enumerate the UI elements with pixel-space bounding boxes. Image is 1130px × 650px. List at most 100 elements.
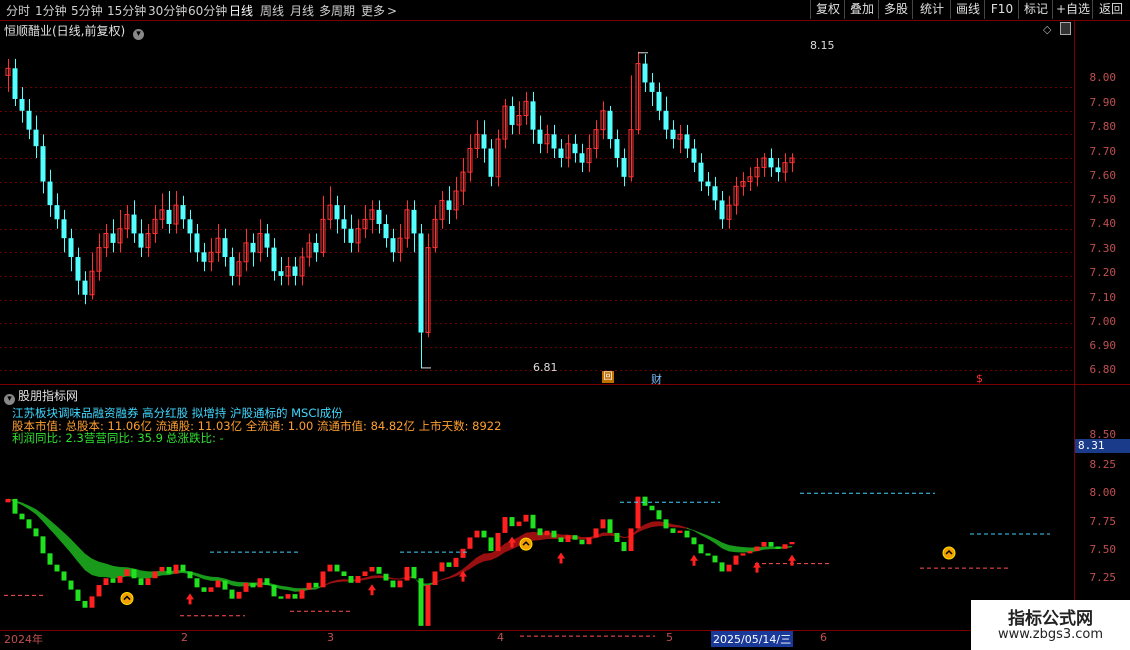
indicator-bar xyxy=(306,582,312,590)
indicator-bar xyxy=(194,578,200,588)
candle-body xyxy=(572,143,578,154)
indicator-bar xyxy=(607,519,613,533)
candle-body xyxy=(54,205,60,220)
trend-ribbon-segment xyxy=(140,570,149,579)
trend-ribbon-segment xyxy=(693,530,702,536)
finance-marker[interactable]: 财 xyxy=(651,371,662,387)
x-tick: 2024年 xyxy=(4,633,43,646)
indicator-bar xyxy=(698,544,704,554)
indicator-bar xyxy=(68,580,74,590)
indicator-bar xyxy=(19,513,25,520)
indicator-bar xyxy=(705,553,711,556)
indicator-bar xyxy=(285,594,291,599)
trend-ribbon-segment xyxy=(672,524,681,528)
candle-body xyxy=(68,238,74,258)
price-tick: 7.00 xyxy=(1089,315,1117,328)
price-tick: 7.30 xyxy=(1089,242,1117,255)
indicator-bar xyxy=(236,591,242,599)
indicator-bar xyxy=(117,576,123,583)
trend-ribbon-segment xyxy=(728,545,737,553)
candle-body xyxy=(82,280,88,295)
candle-body xyxy=(75,257,81,281)
indicator-bar xyxy=(460,548,466,558)
indicator-bar xyxy=(327,564,333,572)
indicator-bar xyxy=(159,566,165,572)
price-tick: 7.90 xyxy=(1089,96,1117,109)
candle-body xyxy=(187,219,193,234)
price-grid xyxy=(0,87,1074,371)
indicator-bar xyxy=(642,496,648,506)
candle-body xyxy=(537,129,543,144)
candle-body xyxy=(775,167,781,173)
watermark-url: www.zbgs3.com xyxy=(997,627,1104,642)
indicator-bar xyxy=(572,535,578,540)
price-tick: 7.50 xyxy=(1089,193,1117,206)
price-tick: 7.20 xyxy=(1089,266,1117,279)
kline-chart[interactable] xyxy=(0,0,1130,650)
panel-layout-icon[interactable] xyxy=(1060,22,1071,35)
candle-body xyxy=(642,63,648,83)
candle-body xyxy=(131,214,137,234)
indicator-bar xyxy=(586,537,592,545)
chevron-down-icon[interactable]: ▾ xyxy=(4,394,15,405)
indicator-bar xyxy=(614,532,620,542)
trend-ribbon-segment xyxy=(231,580,240,587)
chevron-down-icon[interactable]: ▾ xyxy=(133,29,145,40)
annotations xyxy=(421,52,648,369)
indicator-bar xyxy=(663,519,669,529)
trend-ribbon-segment xyxy=(448,573,457,579)
candle-body xyxy=(530,101,536,130)
trend-ribbon-segment xyxy=(56,525,65,546)
dividend-marker[interactable]: $ xyxy=(976,372,983,385)
indicator-bar xyxy=(229,589,235,599)
candle-body xyxy=(509,106,515,125)
indicator-bar xyxy=(467,537,473,549)
indicator-bar xyxy=(502,517,508,533)
indicator-bar xyxy=(180,564,186,572)
indicator-bar xyxy=(187,571,193,579)
buy-arrow-icon xyxy=(690,554,698,566)
indicator-bar xyxy=(278,596,284,599)
indicator-bar xyxy=(495,532,501,552)
trend-ribbon-segment xyxy=(210,576,219,581)
candle-body xyxy=(334,205,340,220)
candle-body xyxy=(607,110,613,140)
candle-body xyxy=(61,219,67,239)
trend-ribbon-segment xyxy=(105,563,114,579)
trend-ribbon-segment xyxy=(441,576,450,581)
indicator-bar xyxy=(341,571,347,576)
trend-ribbon-segment xyxy=(462,562,471,574)
indicator-bar xyxy=(12,498,18,514)
candle-body xyxy=(194,233,200,253)
indicator-bar xyxy=(152,571,158,579)
indicator-bar xyxy=(376,566,382,574)
indicator-bar xyxy=(649,505,655,511)
trend-ribbon-segment xyxy=(707,535,716,544)
x-tick: 3 xyxy=(327,631,334,644)
indicator-bar xyxy=(362,571,368,576)
indicator-bar xyxy=(222,580,228,590)
price-tick: 7.80 xyxy=(1089,120,1117,133)
indicator-bar xyxy=(404,566,410,581)
hui-marker[interactable]: 回 xyxy=(602,371,614,383)
indicator-tick: 7.75 xyxy=(1089,515,1117,528)
indicator-bar xyxy=(761,542,767,547)
candle-body xyxy=(47,181,53,206)
indicator-bar xyxy=(537,528,543,536)
indicator-bar xyxy=(768,542,774,547)
indicator-bar xyxy=(348,576,354,583)
candle-body xyxy=(656,91,662,111)
trend-ribbon-segment xyxy=(651,521,660,528)
candle-body xyxy=(558,148,564,158)
indicator-bar xyxy=(775,546,781,549)
price-tick: 6.90 xyxy=(1089,339,1117,352)
trend-ribbon-segment xyxy=(77,546,86,571)
diamond-icon[interactable]: ◇ xyxy=(1043,23,1051,36)
indicator-bar xyxy=(600,519,606,529)
trend-ribbon-segment xyxy=(91,558,100,578)
low-label: 6.81 xyxy=(533,361,558,374)
candle-body xyxy=(110,233,116,243)
indicator-bar xyxy=(313,582,319,588)
indicator-tick: 7.50 xyxy=(1089,543,1117,556)
trend-ribbon-segment xyxy=(371,575,380,579)
